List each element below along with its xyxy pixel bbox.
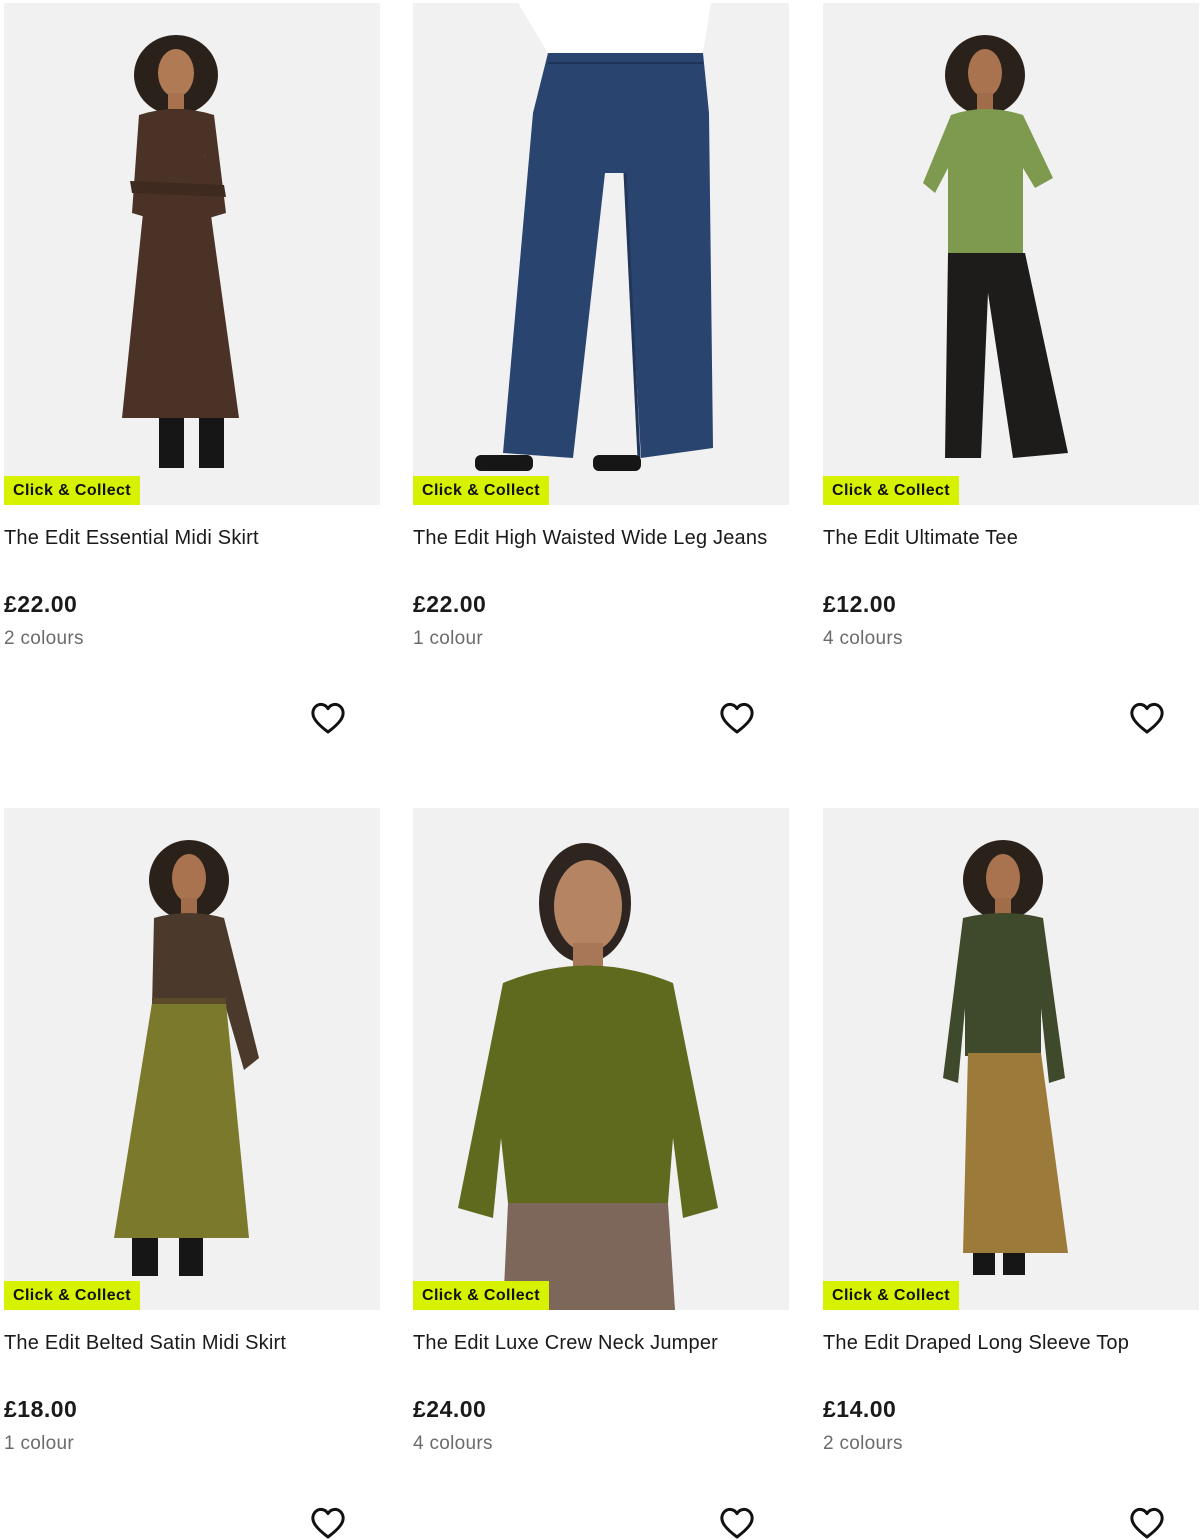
product-price: £24.00: [413, 1396, 487, 1422]
product-card[interactable]: Click & Collect The Edit Luxe Crew Neck …: [413, 808, 789, 1540]
wishlist-button[interactable]: [1127, 699, 1167, 739]
product-price: £12.00: [823, 591, 897, 617]
click-collect-badge: Click & Collect: [823, 1281, 960, 1310]
product-image[interactable]: Click & Collect: [823, 808, 1199, 1310]
product-card[interactable]: Click & Collect The Edit Ultimate Tee £1…: [823, 3, 1199, 793]
wishlist-button[interactable]: [717, 1504, 757, 1540]
colour-count: 4 colours: [413, 1433, 493, 1454]
click-collect-badge: Click & Collect: [413, 1281, 550, 1310]
product-image[interactable]: Click & Collect: [4, 808, 380, 1310]
product-card[interactable]: Click & Collect The Edit High Waisted Wi…: [413, 3, 789, 793]
heart-outline-icon: [1130, 1507, 1164, 1539]
wishlist-button[interactable]: [717, 699, 757, 739]
product-name[interactable]: The Edit Essential Midi Skirt: [4, 527, 259, 550]
colour-count: 2 colours: [4, 628, 84, 649]
product-card[interactable]: Click & Collect The Edit Belted Satin Mi…: [4, 808, 380, 1540]
colour-count: 2 colours: [823, 1433, 903, 1454]
product-image[interactable]: Click & Collect: [823, 3, 1199, 505]
product-price: £22.00: [413, 591, 487, 617]
product-name[interactable]: The Edit Luxe Crew Neck Jumper: [413, 1332, 718, 1355]
colour-count: 1 colour: [413, 628, 483, 649]
product-name[interactable]: The Edit Belted Satin Midi Skirt: [4, 1332, 286, 1355]
heart-outline-icon: [311, 702, 345, 734]
product-price: £14.00: [823, 1396, 897, 1422]
product-card[interactable]: Click & Collect The Edit Draped Long Sle…: [823, 808, 1199, 1540]
click-collect-badge: Click & Collect: [4, 1281, 141, 1310]
wishlist-button[interactable]: [308, 1504, 348, 1540]
click-collect-badge: Click & Collect: [823, 476, 960, 505]
product-price: £18.00: [4, 1396, 78, 1422]
heart-outline-icon: [720, 702, 754, 734]
product-grid: Click & Collect The Edit Essential Midi …: [0, 0, 1200, 1540]
click-collect-badge: Click & Collect: [4, 476, 141, 505]
wishlist-button[interactable]: [308, 699, 348, 739]
product-name[interactable]: The Edit Ultimate Tee: [823, 527, 1018, 550]
wishlist-button[interactable]: [1127, 1504, 1167, 1540]
product-name[interactable]: The Edit High Waisted Wide Leg Jeans: [413, 527, 767, 550]
product-name[interactable]: The Edit Draped Long Sleeve Top: [823, 1332, 1129, 1355]
product-price: £22.00: [4, 591, 78, 617]
product-card[interactable]: Click & Collect The Edit Essential Midi …: [4, 3, 380, 793]
product-image[interactable]: Click & Collect: [413, 3, 789, 505]
heart-outline-icon: [1130, 702, 1164, 734]
product-image[interactable]: Click & Collect: [4, 3, 380, 505]
colour-count: 4 colours: [823, 628, 903, 649]
colour-count: 1 colour: [4, 1433, 74, 1454]
click-collect-badge: Click & Collect: [413, 476, 550, 505]
product-image[interactable]: Click & Collect: [413, 808, 789, 1310]
heart-outline-icon: [311, 1507, 345, 1539]
heart-outline-icon: [720, 1507, 754, 1539]
